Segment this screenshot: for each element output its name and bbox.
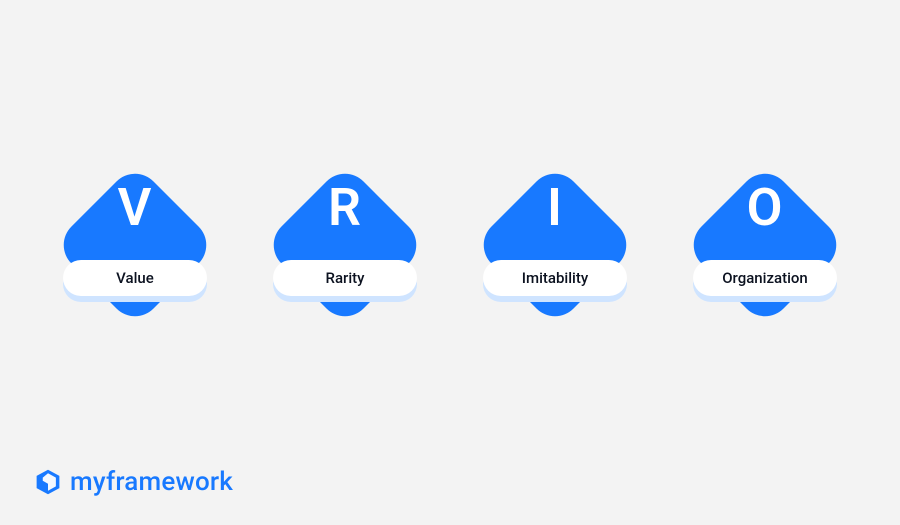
tile-label: Value	[116, 269, 154, 287]
tile-letter: V	[50, 182, 220, 234]
tile-label: Imitability	[522, 269, 588, 287]
tile-letter: I	[470, 182, 640, 234]
vrio-tile-rarity: R Rarity	[260, 160, 430, 330]
tile-label-pill: Organization	[693, 260, 837, 296]
tile-label-pill: Value	[63, 260, 207, 296]
brand-name: myframework	[70, 467, 233, 497]
vrio-row: V Value R Rarity I Imitability O Organiz…	[0, 160, 900, 330]
vrio-tile-value: V Value	[50, 160, 220, 330]
brand: myframework	[34, 467, 233, 497]
vrio-tile-imitability: I Imitability	[470, 160, 640, 330]
tile-letter: R	[260, 182, 430, 234]
tile-label-pill: Rarity	[273, 260, 417, 296]
tile-letter: O	[680, 182, 850, 234]
tile-label-pill: Imitability	[483, 260, 627, 296]
vrio-tile-organization: O Organization	[680, 160, 850, 330]
tile-label: Organization	[722, 269, 808, 287]
brand-logo-icon	[34, 468, 62, 496]
tile-label: Rarity	[326, 269, 365, 287]
